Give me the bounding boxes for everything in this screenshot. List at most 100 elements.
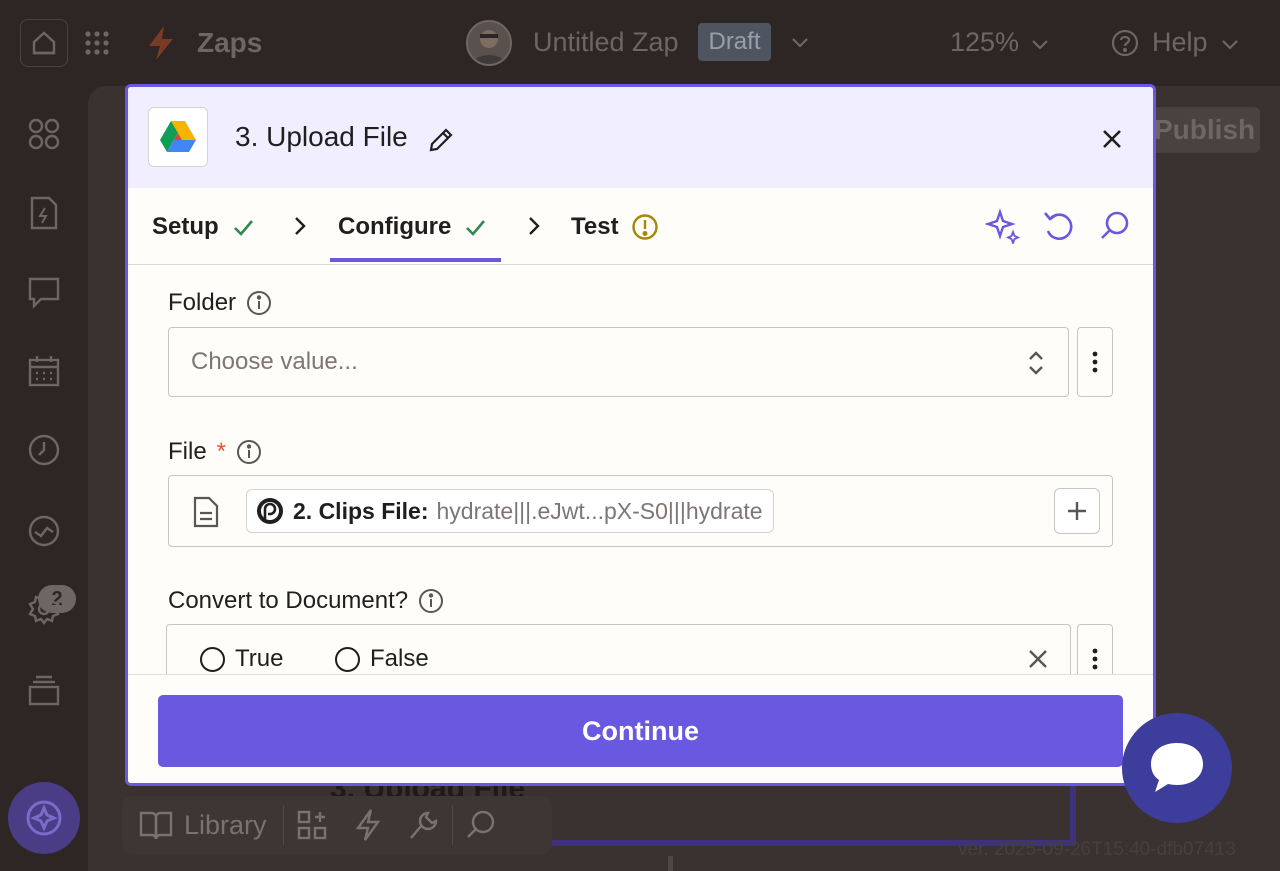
info-icon[interactable] bbox=[418, 588, 444, 614]
radio-false-label: False bbox=[370, 645, 429, 672]
insert-data-button[interactable] bbox=[1054, 488, 1100, 534]
zoom-level[interactable]: 125% bbox=[950, 27, 1019, 58]
mapped-field-pill[interactable]: 2. Clips File: hydrate|||.eJwt...pX-S0||… bbox=[246, 489, 774, 533]
calendar-icon[interactable] bbox=[24, 351, 64, 391]
help-menu[interactable]: Help bbox=[1152, 27, 1208, 58]
apps-icon[interactable] bbox=[24, 114, 64, 154]
document-icon bbox=[193, 496, 219, 528]
folder-select[interactable]: Choose value... bbox=[168, 327, 1069, 397]
continue-button[interactable]: Continue bbox=[158, 695, 1123, 767]
chevron-right-icon bbox=[295, 217, 306, 235]
tab-configure-label: Configure bbox=[338, 212, 452, 240]
file-field-label: File * bbox=[168, 438, 262, 466]
search-icon[interactable] bbox=[1098, 209, 1130, 243]
modal-footer: Continue bbox=[128, 674, 1153, 783]
select-arrows-icon bbox=[1029, 351, 1043, 375]
chat-bubble-icon bbox=[1151, 743, 1203, 792]
plus-icon bbox=[1068, 502, 1086, 520]
book-icon bbox=[139, 811, 173, 840]
info-icon[interactable] bbox=[236, 439, 262, 465]
active-tab-indicator bbox=[330, 258, 501, 262]
chevron-down-icon[interactable] bbox=[1030, 34, 1050, 59]
tab-test-label: Test bbox=[571, 212, 619, 240]
zaps-nav-link[interactable]: Zaps bbox=[197, 27, 262, 59]
help-icon[interactable] bbox=[1110, 28, 1140, 63]
top-bar: Zaps Untitled Zap Draft 125% Help bbox=[0, 0, 1280, 86]
tab-configure[interactable]: Configure bbox=[338, 188, 487, 265]
grid-icon bbox=[85, 31, 109, 55]
radio-false[interactable]: False bbox=[335, 645, 429, 673]
settings-gear-icon[interactable] bbox=[24, 589, 64, 629]
google-drive-logo-icon bbox=[148, 107, 208, 167]
check-icon bbox=[233, 219, 253, 236]
zap-title[interactable]: Untitled Zap bbox=[533, 27, 679, 58]
modal-header: 3. Upload File bbox=[128, 87, 1153, 188]
lightning-icon[interactable] bbox=[340, 796, 396, 854]
folder-options-button[interactable] bbox=[1077, 327, 1113, 397]
tab-test[interactable]: Test bbox=[571, 188, 659, 265]
more-vertical-icon bbox=[1092, 648, 1098, 670]
radio-true[interactable]: True bbox=[200, 645, 283, 673]
copilot-icon bbox=[26, 800, 62, 836]
home-button[interactable] bbox=[20, 19, 68, 67]
step-tabs: Setup Configure Test bbox=[128, 188, 1153, 265]
info-icon[interactable] bbox=[246, 290, 272, 316]
pill-step-value: hydrate|||.eJwt...pX-S0|||hydrate bbox=[436, 497, 763, 524]
history-clock-icon[interactable] bbox=[24, 430, 64, 470]
radio-circle bbox=[335, 646, 360, 672]
add-step-grid-icon[interactable] bbox=[284, 796, 340, 854]
convert-radio-group: True False bbox=[166, 624, 1071, 674]
support-chat-button[interactable] bbox=[1122, 713, 1232, 823]
left-sidebar: 2 bbox=[0, 86, 88, 871]
file-input[interactable]: 2. Clips File: hydrate|||.eJwt...pX-S0||… bbox=[168, 475, 1113, 547]
library-button[interactable]: Library bbox=[122, 796, 283, 854]
activity-icon[interactable] bbox=[24, 511, 64, 551]
pencil-edit-icon[interactable] bbox=[428, 127, 454, 158]
folder-label-text: Folder bbox=[168, 289, 237, 316]
convert-label-text: Convert to Document? bbox=[168, 587, 409, 614]
user-avatar[interactable] bbox=[466, 20, 512, 66]
configure-form: Folder Choose value... File * 2. Clips F… bbox=[128, 266, 1153, 674]
file-label-text: File bbox=[168, 438, 207, 465]
close-icon bbox=[1103, 130, 1121, 148]
convert-options-button[interactable] bbox=[1077, 624, 1113, 674]
chat-icon[interactable] bbox=[24, 272, 64, 312]
chevron-down-icon[interactable] bbox=[790, 32, 810, 57]
radio-circle bbox=[200, 646, 225, 672]
clear-selection-icon[interactable] bbox=[1028, 649, 1048, 669]
clips-app-icon bbox=[257, 498, 283, 524]
versions-stack-icon[interactable] bbox=[24, 670, 64, 710]
folder-field-label: Folder bbox=[168, 289, 272, 317]
chevron-right-icon bbox=[529, 217, 540, 235]
copilot-button[interactable] bbox=[8, 782, 80, 854]
library-label: Library bbox=[184, 809, 267, 840]
step-editor-modal: 3. Upload File Setup Configure Test Fold… bbox=[125, 84, 1156, 786]
flow-connector bbox=[1070, 786, 1076, 846]
zap-logo-icon bbox=[145, 25, 177, 66]
wrench-icon[interactable] bbox=[396, 796, 452, 854]
radio-true-label: True bbox=[235, 645, 284, 672]
chevron-down-icon[interactable] bbox=[1220, 34, 1240, 59]
app-switcher-button[interactable] bbox=[83, 29, 111, 57]
check-icon bbox=[466, 219, 486, 236]
canvas-toolbar: Library bbox=[122, 796, 552, 854]
home-icon bbox=[32, 31, 56, 55]
pill-step-name: 2. Clips File: bbox=[293, 497, 429, 524]
warning-icon bbox=[631, 213, 658, 240]
required-marker: * bbox=[216, 438, 227, 465]
publish-button[interactable]: Publish bbox=[1140, 107, 1260, 153]
more-vertical-icon bbox=[1092, 351, 1098, 373]
zap-file-icon[interactable] bbox=[24, 193, 64, 233]
ai-sparkle-icon[interactable] bbox=[985, 208, 1021, 244]
step-title: 3. Upload File bbox=[235, 121, 408, 152]
tab-setup[interactable]: Setup bbox=[152, 188, 255, 265]
search-icon[interactable] bbox=[453, 796, 509, 854]
flow-connector bbox=[668, 856, 673, 871]
tab-setup-label: Setup bbox=[152, 212, 219, 240]
undo-icon[interactable] bbox=[1042, 209, 1074, 243]
folder-select-placeholder: Choose value... bbox=[191, 348, 358, 375]
draft-badge: Draft bbox=[698, 23, 771, 61]
version-label: ver. 2025-09-26T15:40-dfb07413 bbox=[958, 839, 1236, 860]
close-modal-button[interactable] bbox=[1098, 125, 1126, 153]
convert-field-label: Convert to Document? bbox=[168, 587, 444, 615]
